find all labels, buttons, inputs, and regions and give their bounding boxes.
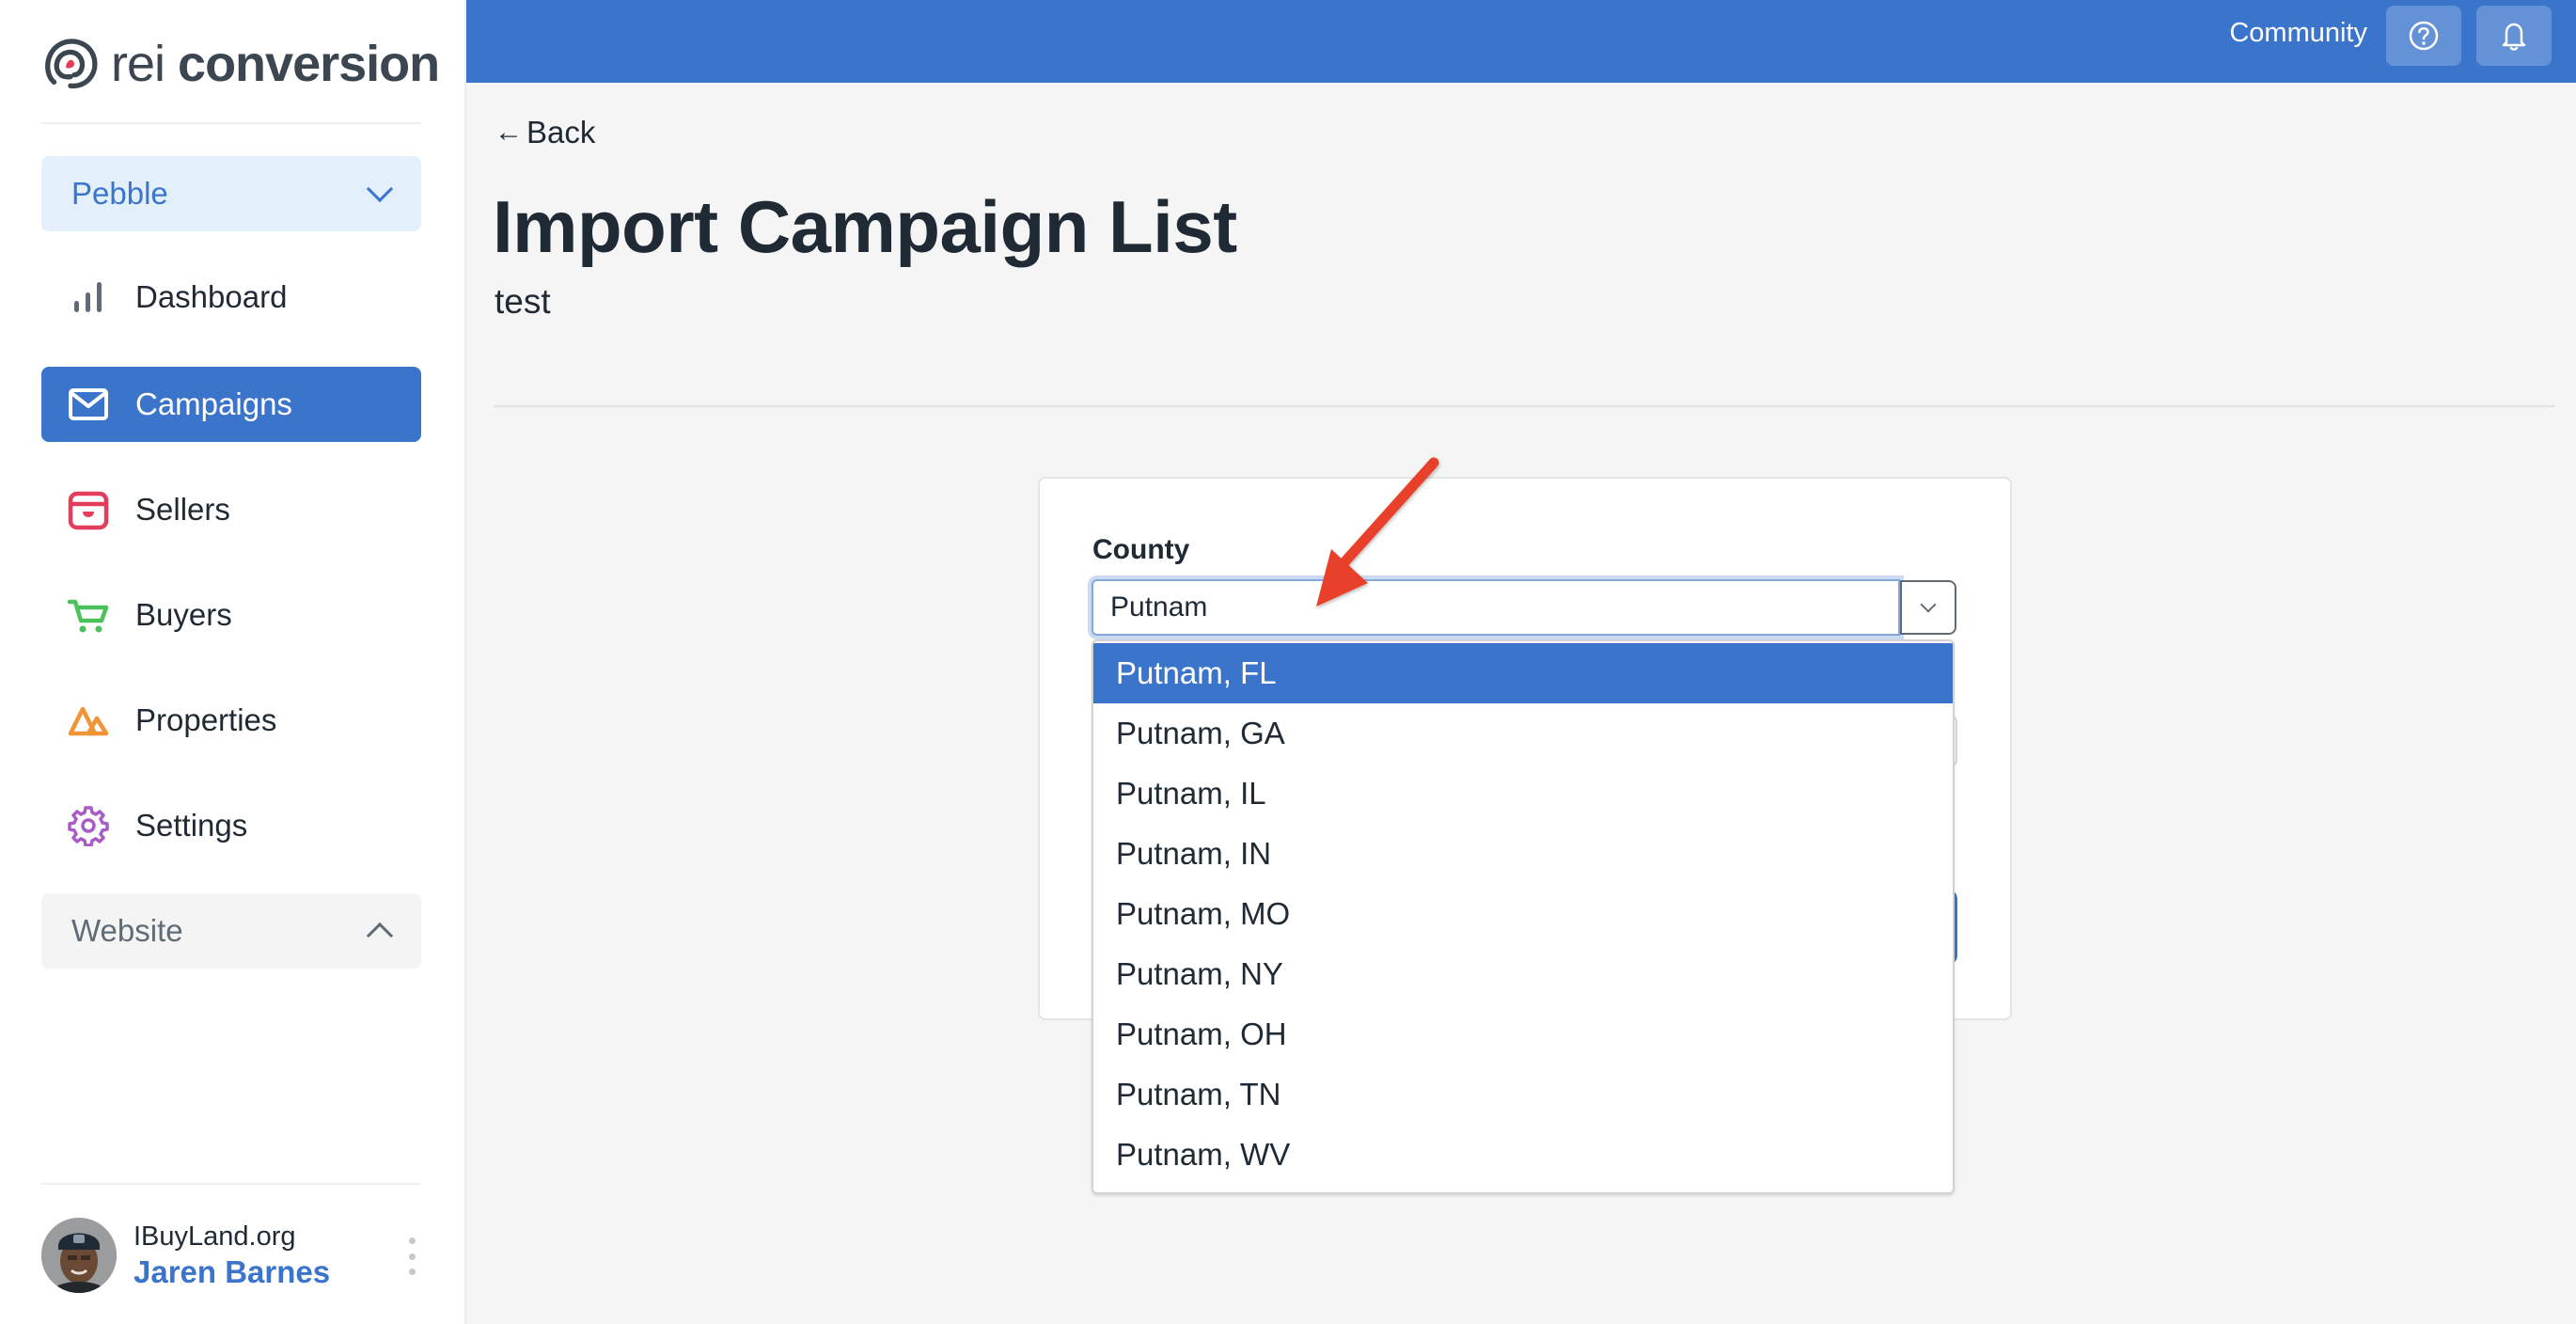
brand-logo[interactable]: rei conversion xyxy=(41,34,440,94)
sidebar: rei conversion Pebble Dashboard Campaign… xyxy=(0,0,466,1324)
sidebar-group-website[interactable]: Website xyxy=(41,893,421,969)
sidebar-divider xyxy=(41,122,421,124)
county-option[interactable]: Putnam, GA xyxy=(1093,703,1953,764)
chevron-up-icon xyxy=(366,922,394,950)
page-subtitle: test xyxy=(495,282,551,321)
county-label: County xyxy=(1092,534,1190,565)
mountains-icon xyxy=(68,700,109,741)
sidebar-divider xyxy=(41,1183,421,1185)
cart-icon xyxy=(68,594,109,636)
bell-icon xyxy=(2502,23,2526,51)
user-profile[interactable]: IBuyLand.org Jaren Barnes xyxy=(41,1217,421,1294)
county-input[interactable] xyxy=(1092,579,1900,636)
page-title: Import Campaign List xyxy=(493,185,1237,268)
sidebar-item-label: Properties xyxy=(135,702,277,737)
user-org: IBuyLand.org xyxy=(134,1222,296,1252)
county-option[interactable]: Putnam, OH xyxy=(1093,1004,1953,1064)
bar-chart-icon xyxy=(68,276,109,318)
county-option[interactable]: Putnam, NY xyxy=(1093,944,1953,1004)
envelope-icon xyxy=(68,384,109,425)
chevron-down-icon xyxy=(366,175,394,203)
community-link[interactable]: Community xyxy=(2229,0,2367,66)
user-name: Jaren Barnes xyxy=(134,1254,331,1289)
sidebar-item-label: Dashboard xyxy=(135,279,288,314)
county-option[interactable]: Putnam, TN xyxy=(1093,1064,1953,1125)
sidebar-item-buyers[interactable]: Buyers xyxy=(41,577,421,653)
sidebar-item-label: Buyers xyxy=(135,597,232,632)
logo-icon xyxy=(45,39,98,88)
brand-name: rei conversion xyxy=(111,36,440,92)
sidebar-item-properties[interactable]: Properties xyxy=(41,683,421,758)
county-option[interactable]: Putnam, IN xyxy=(1093,824,1953,884)
top-bar: Community xyxy=(466,0,2576,83)
sidebar-item-dashboard[interactable]: Dashboard xyxy=(41,260,421,335)
user-info: IBuyLand.org Jaren Barnes xyxy=(134,1220,330,1291)
avatar[interactable] xyxy=(41,1218,117,1293)
back-link[interactable]: ← Back xyxy=(495,115,595,150)
sidebar-group-label: Website xyxy=(71,913,183,948)
help-button[interactable] xyxy=(2386,6,2461,66)
account-switcher[interactable]: Pebble xyxy=(41,156,421,231)
county-option[interactable]: Putnam, WV xyxy=(1093,1125,1953,1185)
help-circle-icon xyxy=(2409,21,2439,51)
sidebar-item-label: Campaigns xyxy=(135,386,292,421)
back-label: Back xyxy=(526,115,596,150)
sidebar-item-label: Sellers xyxy=(135,492,230,527)
sidebar-item-label: Settings xyxy=(135,808,248,843)
county-option[interactable]: Putnam, IL xyxy=(1093,764,1953,824)
county-dropdown-toggle[interactable] xyxy=(1900,580,1956,635)
section-divider xyxy=(495,405,2555,407)
gear-icon xyxy=(68,805,109,846)
notifications-button[interactable] xyxy=(2476,6,2552,66)
sidebar-item-campaigns[interactable]: Campaigns xyxy=(41,367,421,442)
sidebar-item-settings[interactable]: Settings xyxy=(41,788,421,863)
kebab-menu-icon[interactable] xyxy=(402,1237,421,1275)
shopping-bag-icon xyxy=(68,489,109,530)
arrow-left-icon: ← xyxy=(495,117,523,148)
county-option[interactable]: Putnam, FL xyxy=(1093,643,1953,703)
chevron-down-icon xyxy=(1920,596,1937,613)
account-name: Pebble xyxy=(71,176,168,211)
sidebar-item-sellers[interactable]: Sellers xyxy=(41,472,421,547)
county-option[interactable]: Putnam, MO xyxy=(1093,884,1953,944)
county-options-list: Putnam, FL Putnam, GA Putnam, IL Putnam,… xyxy=(1092,639,1955,1194)
